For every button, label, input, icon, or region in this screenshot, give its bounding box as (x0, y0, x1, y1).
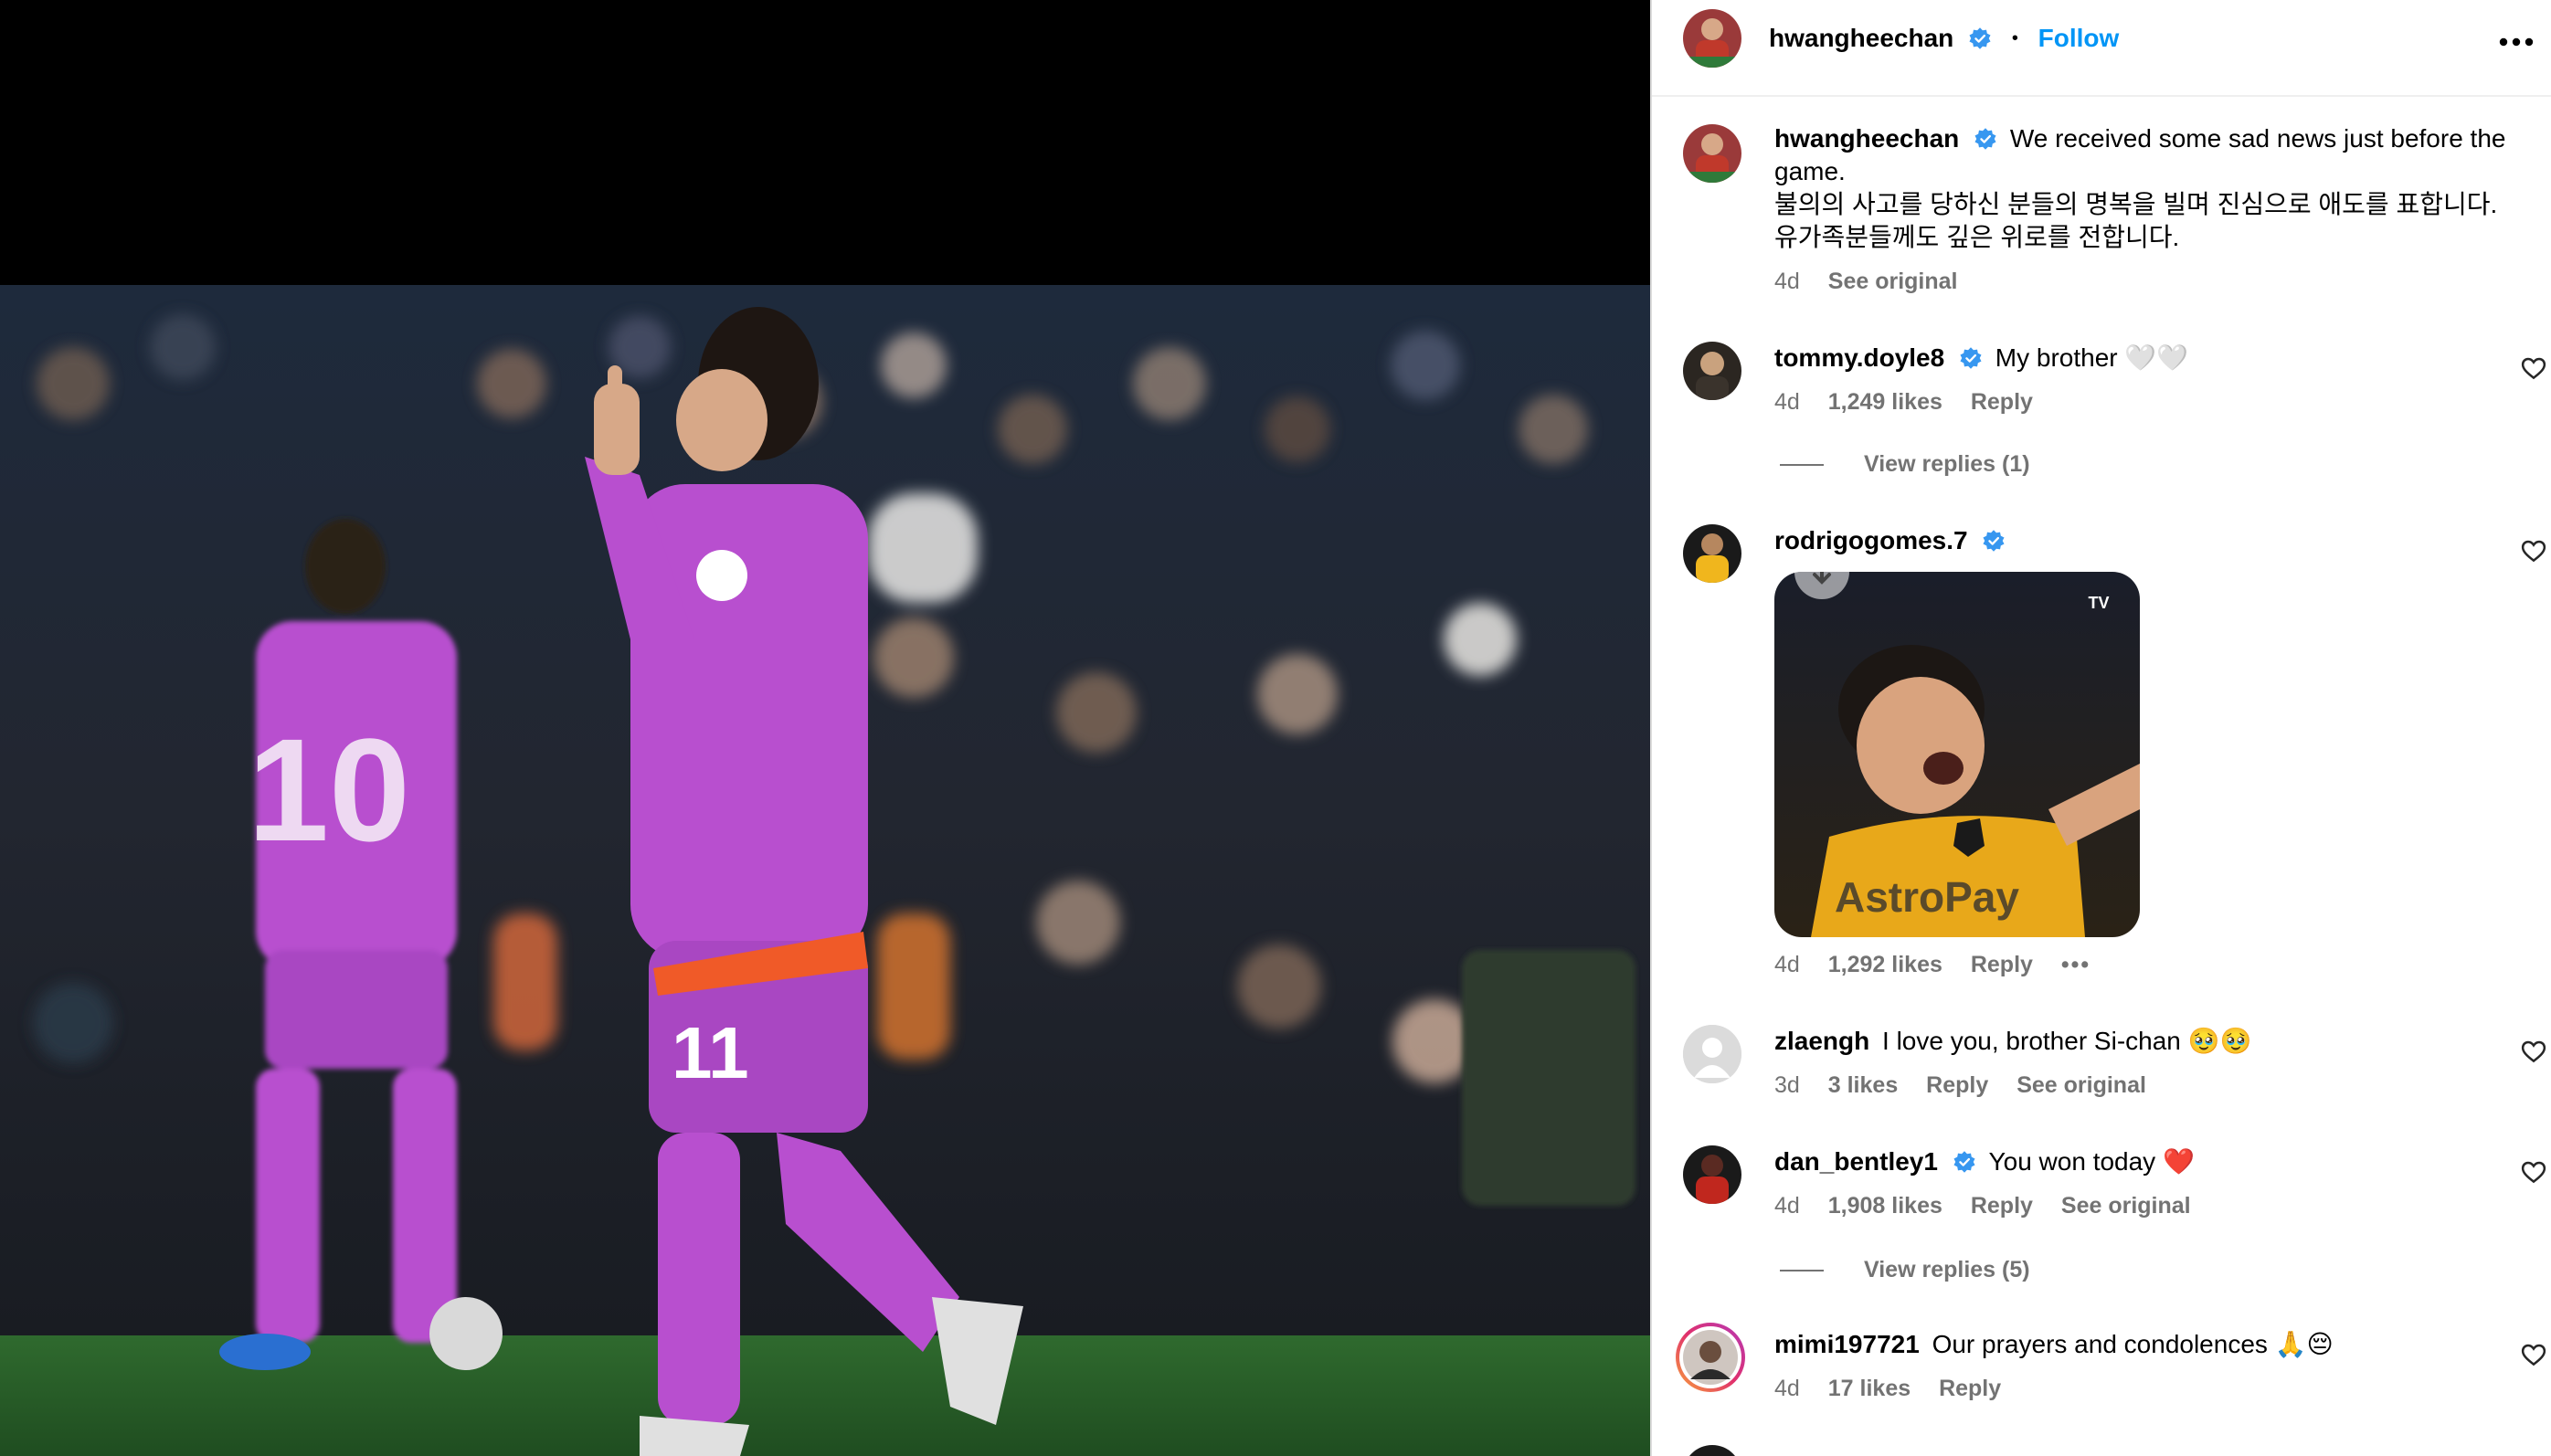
header-separator: • (2011, 28, 2018, 48)
see-original-link[interactable]: See original (2061, 1193, 2191, 1219)
default-avatar-icon (1683, 1025, 1741, 1083)
like-heart-icon[interactable] (2520, 1038, 2547, 1065)
like-heart-icon[interactable] (2520, 537, 2547, 564)
comment-item: mimi197721 Our prayers and condolences 🙏… (1652, 1319, 2551, 1419)
comment-text: I love you, brother Si-chan 🥹🥹 (1882, 1027, 2252, 1055)
caption-text-line-3: 불의의 사고를 당하신 분들의 명복을 빌며 진심으로 애도를 표합니다. (1774, 190, 2498, 218)
next-commenter-avatar[interactable] (1683, 1445, 1741, 1456)
comment-username[interactable]: tommy.doyle8 (1774, 343, 1944, 372)
comment-gif[interactable]: AstroPay TV (1774, 572, 2140, 937)
comment-item: rodrigogomes.7 AstroPay TV 4d 1,292 like… (1652, 515, 2551, 990)
commenter-avatar[interactable] (1683, 1025, 1741, 1083)
reply-button[interactable]: Reply (1971, 1193, 2033, 1219)
more-options-icon[interactable] (2498, 35, 2535, 47)
like-heart-icon[interactable] (2520, 354, 2547, 382)
comment-time: 4d (1774, 1193, 1800, 1219)
commenter-avatar-image (1683, 1145, 1741, 1204)
post-header: hwangheechan • Follow (1652, 0, 2551, 97)
author-username[interactable]: hwangheechan (1769, 24, 1953, 52)
caption-username[interactable]: hwangheechan (1774, 124, 1959, 153)
comment-likes[interactable]: 17 likes (1828, 1376, 1911, 1401)
comment-more-icon[interactable]: ••• (2061, 952, 2091, 977)
author-avatar-image (1683, 9, 1741, 68)
caption-see-original-link[interactable]: See original (1828, 269, 1958, 294)
story-ring-avatar-image (1679, 1326, 1741, 1388)
follow-button[interactable]: Follow (2038, 24, 2120, 52)
caption-avatar-image (1683, 124, 1741, 183)
verified-badge-icon (1983, 530, 2005, 552)
comment-item: dan_bentley1 You won today ❤️ 4d 1,908 l… (1652, 1136, 2551, 1310)
gif-sponsor-text: AstroPay (1835, 873, 2019, 921)
comment-likes[interactable]: 1,292 likes (1828, 952, 1942, 977)
verified-badge-icon (1960, 347, 1982, 369)
caption-text-line-1: We received some sad news just before th… (2009, 124, 2506, 153)
reply-button[interactable]: Reply (1971, 952, 2033, 977)
commenter-avatar[interactable] (1683, 342, 1741, 400)
comment-likes[interactable]: 3 likes (1828, 1072, 1898, 1098)
caption-text-line-4: 유가족분들께도 깊은 위로를 전합니다. (1774, 223, 2180, 251)
like-heart-icon[interactable] (2520, 1158, 2547, 1186)
comment-text: Our prayers and condolences 🙏😔 (1932, 1330, 2334, 1358)
comment-item: tommy.doyle8 My brother 🤍🤍 4d 1,249 like… (1652, 332, 2551, 506)
comment-time: 4d (1774, 952, 1800, 977)
comment-text: You won today ❤️ (1988, 1147, 2195, 1176)
comment-item: zlaengh I love you, brother Si-chan 🥹🥹 3… (1652, 1016, 2551, 1116)
reply-button[interactable]: Reply (1971, 389, 2033, 415)
commenter-avatar[interactable] (1683, 1145, 1741, 1204)
comment-username[interactable]: mimi197721 (1774, 1330, 1920, 1358)
caption-text-line-2: game. (1774, 157, 1846, 185)
jersey-number-10: 10 (248, 708, 410, 871)
reply-button[interactable]: Reply (1939, 1376, 2001, 1401)
comment-likes[interactable]: 1,249 likes (1828, 389, 1942, 415)
view-replies-label: View replies (5) (1864, 1257, 2030, 1282)
reply-button[interactable]: Reply (1926, 1072, 1988, 1098)
gif-badge: TV (2088, 594, 2109, 612)
comment-username[interactable]: dan_bentley1 (1774, 1147, 1938, 1176)
view-replies-button[interactable]: View replies (1) (1780, 451, 2030, 478)
comment-time: 3d (1774, 1072, 1800, 1098)
view-replies-label: View replies (1) (1864, 451, 2030, 477)
comment-time: 4d (1774, 389, 1800, 415)
comment-username[interactable]: zlaengh (1774, 1027, 1869, 1055)
author-avatar[interactable] (1683, 9, 1741, 68)
comment-likes[interactable]: 1,908 likes (1828, 1193, 1942, 1219)
comment-username[interactable]: rodrigogomes.7 (1774, 526, 1968, 554)
verified-badge-icon (1969, 27, 1991, 49)
verified-badge-icon (1974, 128, 1996, 150)
comments-panel: hwangheechan • Follow hwangheechan We re… (1650, 0, 2551, 1456)
verified-badge-icon (1953, 1151, 1975, 1173)
comment-text: My brother 🤍🤍 (1995, 343, 2189, 372)
commenter-avatar[interactable] (1683, 524, 1741, 583)
like-heart-icon[interactable] (2520, 1341, 2547, 1368)
gif-image: AstroPay TV (1774, 572, 2140, 937)
caption-time: 4d (1774, 269, 1800, 294)
commenter-avatar-image (1683, 342, 1741, 400)
match-photo: 10 11 (0, 0, 1650, 1456)
see-original-link[interactable]: See original (2016, 1072, 2146, 1098)
commenter-avatar-image (1683, 524, 1741, 583)
commenter-avatar[interactable] (1676, 1323, 1745, 1392)
caption-author-avatar[interactable] (1683, 124, 1741, 183)
post-photo[interactable]: 10 11 (0, 0, 1650, 1456)
jersey-number-11: 11 (672, 1012, 749, 1093)
view-replies-button[interactable]: View replies (5) (1780, 1257, 2030, 1283)
comment-time: 4d (1774, 1376, 1800, 1401)
